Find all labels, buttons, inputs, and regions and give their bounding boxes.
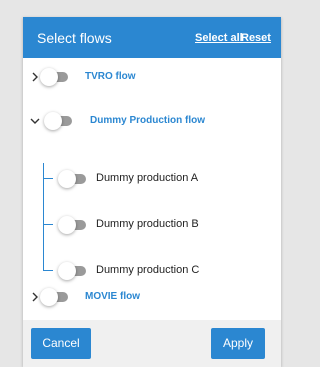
select-all-link[interactable]: Select all [195, 32, 243, 44]
flow-row-dummy-production: Dummy Production flow [23, 105, 281, 135]
apply-button[interactable]: Apply [211, 328, 265, 359]
child-toggle-c[interactable] [58, 262, 88, 280]
flow-toggle-dummy-production[interactable] [44, 112, 74, 130]
panel-header: Select flows Select all Reset [23, 17, 281, 58]
toggle-knob [58, 170, 76, 188]
child-label-c: Dummy production C [96, 264, 200, 276]
flow-row-movie: MOVIE flow [23, 281, 281, 311]
flow-label-dummy-production: Dummy Production flow [90, 115, 205, 126]
panel-footer: Cancel Apply [23, 320, 281, 367]
toggle-knob [44, 112, 62, 130]
cancel-button[interactable]: Cancel [31, 328, 91, 359]
flow-toggle-movie[interactable] [40, 288, 70, 306]
toggle-knob [40, 288, 58, 306]
child-row-dummy-production-a: Dummy production A [23, 163, 281, 193]
flow-label-movie: MOVIE flow [85, 291, 140, 302]
toggle-knob [58, 216, 76, 234]
reset-link[interactable]: Reset [241, 32, 271, 44]
child-label-b: Dummy production B [96, 218, 199, 230]
flow-row-tvro: TVRO flow [23, 61, 281, 91]
child-row-dummy-production-b: Dummy production B [23, 209, 281, 239]
panel-title: Select flows [37, 30, 112, 46]
toggle-knob [58, 262, 76, 280]
flow-toggle-tvro[interactable] [40, 68, 70, 86]
chevron-down-icon[interactable] [28, 114, 42, 128]
toggle-knob [40, 68, 58, 86]
child-label-a: Dummy production A [96, 172, 199, 184]
child-toggle-b[interactable] [58, 216, 88, 234]
select-flows-panel: Select flows Select all Reset TVRO flow … [23, 17, 281, 367]
child-toggle-a[interactable] [58, 170, 88, 188]
flow-label-tvro: TVRO flow [85, 71, 136, 82]
